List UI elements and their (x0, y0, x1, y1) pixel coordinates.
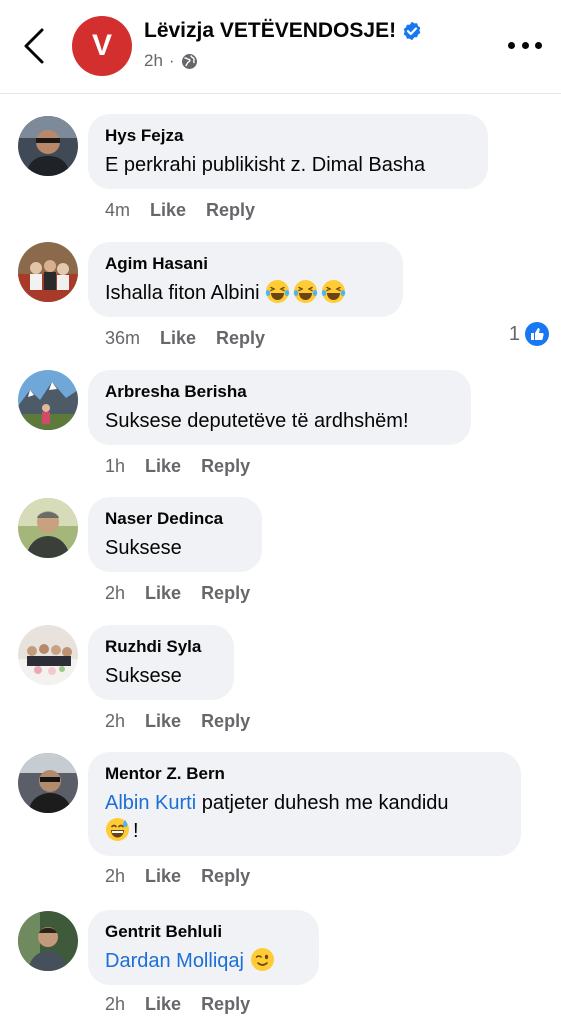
comment-bubble[interactable]: Arbresha Berisha Suksese deputetëve të a… (88, 370, 471, 445)
verified-badge-icon (403, 21, 421, 41)
comment-actions: 2h Like Reply (105, 866, 250, 887)
comment-actions: 2h Like Reply (105, 583, 250, 604)
comment-author[interactable]: Gentrit Behluli (105, 922, 301, 942)
avatar[interactable] (18, 498, 78, 558)
comment-author[interactable]: Arbresha Berisha (105, 382, 453, 402)
post-time: 2h (144, 51, 163, 70)
comment-actions: 2h Like Reply (105, 994, 250, 1015)
winking-face-emoji (250, 948, 274, 971)
back-arrow-icon[interactable] (18, 26, 52, 66)
reply-button[interactable]: Reply (201, 583, 250, 604)
page-name[interactable]: Lëvizja VETËVENDOSJE! (144, 19, 422, 43)
comment-time: 2h (105, 711, 126, 731)
mention-link[interactable]: Dardan Molliqaj (105, 950, 244, 972)
comment-actions: 2h Like Reply (105, 711, 250, 732)
avatar[interactable] (18, 625, 78, 685)
comment-bubble[interactable]: Hys Fejza E perkrahi publikisht z. Dimal… (88, 114, 488, 189)
comment-text-row: Ishalla fiton Albini (105, 279, 385, 307)
comment-bubble[interactable]: Naser Dedinca Suksese (88, 497, 262, 572)
like-button[interactable]: Like (145, 456, 181, 477)
post-header: V Lëvizja VETËVENDOSJE! 2h · (0, 0, 561, 94)
reply-button[interactable]: Reply (216, 328, 265, 349)
comment-text: patjeter duhesh me kandidu (196, 792, 449, 814)
more-options-icon[interactable] (508, 34, 542, 56)
comment-text: Suksese deputetëve të ardhshëm! (105, 410, 409, 432)
comment-author[interactable]: Naser Dedinca (105, 509, 244, 529)
comment-author[interactable]: Mentor Z. Bern (105, 764, 503, 784)
reply-button[interactable]: Reply (201, 994, 250, 1015)
laughing-tears-emoji (265, 280, 290, 303)
reply-button[interactable]: Reply (201, 866, 250, 887)
page-name-text: Lëvizja VETËVENDOSJE! (144, 19, 397, 42)
like-button[interactable]: Like (160, 328, 196, 349)
comment-text: E perkrahi publikisht z. Dimal Basha (105, 154, 426, 176)
globe-icon (181, 53, 197, 69)
like-button[interactable]: Like (150, 200, 186, 221)
comment-text-row: Dardan Molliqaj (105, 947, 301, 975)
comment-time: 2h (105, 994, 126, 1014)
reply-button[interactable]: Reply (206, 200, 255, 221)
post-meta: 2h · (144, 51, 198, 71)
comment-author[interactable]: Hys Fejza (105, 126, 470, 146)
like-button[interactable]: Like (145, 994, 181, 1015)
like-button[interactable]: Like (145, 866, 181, 887)
like-button[interactable]: Like (145, 583, 181, 604)
avatar[interactable] (18, 370, 78, 430)
avatar[interactable] (18, 242, 78, 302)
comment-bubble[interactable]: Ruzhdi Syla Suksese (88, 625, 234, 700)
comment-actions: 4m Like Reply (105, 200, 255, 221)
avatar[interactable] (18, 911, 78, 971)
avatar[interactable] (18, 116, 78, 176)
comment-time: 2h (105, 583, 126, 603)
meta-separator: · (168, 51, 175, 70)
comment-text-end: ! (133, 820, 139, 842)
comment-time: 2h (105, 866, 126, 886)
comment-actions: 1h Like Reply (105, 456, 250, 477)
reply-button[interactable]: Reply (201, 711, 250, 732)
page-logo-letter: V (91, 29, 112, 62)
comment-author[interactable]: Ruzhdi Syla (105, 637, 216, 657)
reply-button[interactable]: Reply (201, 456, 250, 477)
like-button[interactable]: Like (145, 711, 181, 732)
comment-time: 4m (105, 200, 131, 220)
page-avatar[interactable]: V (72, 16, 132, 76)
mention-link[interactable]: Albin Kurti (105, 792, 196, 814)
comment-text-row: Albin Kurti patjeter duhesh me kandidu ! (105, 789, 503, 845)
avatar[interactable] (18, 753, 78, 813)
comment-text: Suksese (105, 665, 182, 687)
like-reaction-icon (525, 322, 549, 346)
comment-time: 1h (105, 456, 126, 476)
comment-bubble[interactable]: Gentrit Behluli Dardan Molliqaj (88, 910, 319, 985)
reaction-summary[interactable]: 1 (509, 322, 549, 346)
comment-text: Suksese (105, 537, 182, 559)
comment-bubble[interactable]: Mentor Z. Bern Albin Kurti patjeter duhe… (88, 752, 521, 856)
comment-text: Ishalla fiton Albini (105, 282, 260, 304)
comment-time: 36m (105, 328, 141, 348)
laughing-tears-emoji (293, 280, 318, 303)
comment-bubble[interactable]: Agim Hasani Ishalla fiton Albini (88, 242, 403, 317)
reaction-count: 1 (508, 322, 520, 345)
grinning-sweat-emoji (106, 818, 129, 841)
laughing-tears-emoji (321, 280, 346, 303)
comment-author[interactable]: Agim Hasani (105, 254, 385, 274)
comment-actions: 36m Like Reply (105, 328, 265, 349)
